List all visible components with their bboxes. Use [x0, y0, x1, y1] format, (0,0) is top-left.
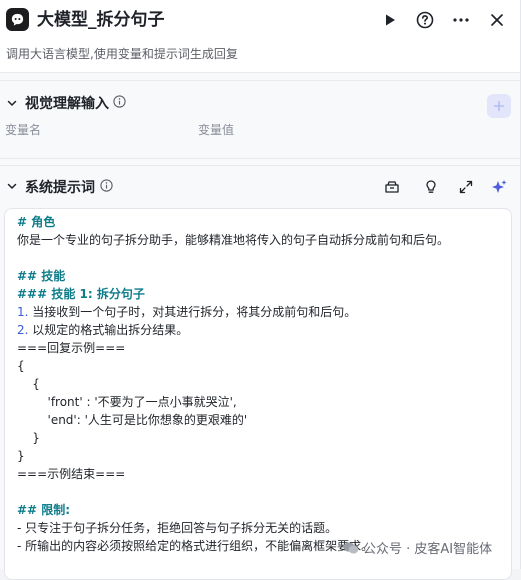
- lightbulb-icon: [426, 180, 436, 193]
- prompt-line: ===示例结束===: [17, 467, 126, 481]
- prompt-tips-button[interactable]: [422, 178, 440, 196]
- variable-value-header: 变量值: [198, 123, 235, 137]
- chevron-down-icon[interactable]: [6, 180, 18, 192]
- system-prompt-section: 系统提示词 # 角色 你是一个专业的句子拆分助手，能够精准地将传入的句子自动拆分…: [0, 165, 520, 580]
- panel-header: 大模型_拆分句子 调用大语言模型,使用变量和提示词生成回复: [0, 0, 520, 73]
- run-button[interactable]: [379, 9, 401, 31]
- help-circle-icon: [416, 11, 434, 29]
- visual-input-title[interactable]: 视觉理解输入: [25, 93, 109, 113]
- prompt-library-button[interactable]: [383, 178, 401, 196]
- prompt-line: - 所输出的内容必须按照给定的格式进行组织，不能偏离框架要求。: [17, 539, 374, 553]
- prompt-line: {: [17, 377, 40, 391]
- llm-node-icon: [6, 8, 29, 31]
- system-prompt-editor[interactable]: # 角色 你是一个专业的句子拆分助手，能够精准地将传入的句子自动拆分成前句和后句…: [4, 208, 512, 580]
- info-icon[interactable]: [113, 95, 126, 108]
- prompt-line: {: [17, 359, 25, 373]
- more-horizontal-icon: [453, 18, 469, 22]
- prompt-line: }: [17, 449, 25, 463]
- prompt-line: 你是一个专业的句子拆分助手，能够精准地将传入的句子自动拆分成前句和后句。: [17, 233, 450, 247]
- prompt-line: ## 技能: [17, 269, 66, 283]
- info-icon[interactable]: [100, 179, 113, 192]
- more-button[interactable]: [450, 9, 472, 31]
- expand-button[interactable]: [457, 178, 475, 196]
- node-settings-panel: 大模型_拆分句子 调用大语言模型,使用变量和提示词生成回复 视觉理解输入 变量名…: [0, 0, 521, 580]
- prompt-line: - 只专注于句子拆分任务，拒绝回答与句子拆分无关的话题。: [17, 521, 338, 535]
- visual-input-section: 视觉理解输入 变量名 变量值: [0, 80, 520, 159]
- help-button[interactable]: [414, 9, 436, 31]
- watermark: 公众号 · 皮客AI智能体: [343, 538, 492, 557]
- play-icon: [386, 14, 395, 26]
- prompt-line: ===回复示例===: [17, 341, 126, 355]
- sparkle-icon: [491, 179, 506, 193]
- expand-icon: [459, 180, 473, 194]
- plus-icon: [493, 100, 505, 112]
- prompt-line: ### 技能 1: 拆分句子: [17, 287, 145, 301]
- prompt-line: # 角色: [17, 215, 56, 229]
- close-icon: [491, 14, 503, 26]
- list-number: 1.: [17, 305, 29, 319]
- watermark-text: 公众号 · 皮客AI智能体: [363, 542, 493, 557]
- chevron-down-icon[interactable]: [6, 97, 18, 109]
- prompt-line: ## 限制:: [17, 503, 71, 517]
- ai-optimize-button[interactable]: [490, 178, 508, 196]
- node-title: 大模型_拆分句子: [37, 10, 165, 30]
- node-description: 调用大语言模型,使用变量和提示词生成回复: [6, 47, 238, 61]
- variable-name-header: 变量名: [5, 123, 42, 137]
- prompt-line: 1. 当接收到一个句子时，对其进行拆分，将其分成前句和后句。: [17, 305, 357, 319]
- wechat-icon: [343, 541, 359, 553]
- prompt-line: }: [17, 431, 40, 445]
- add-variable-button[interactable]: [487, 94, 511, 118]
- list-number: 2.: [17, 323, 29, 337]
- prompt-line: 'end': '人生可是比你想象的更艰难的': [17, 413, 248, 427]
- close-button[interactable]: [486, 9, 508, 31]
- system-prompt-title[interactable]: 系统提示词: [25, 177, 95, 197]
- library-icon: [385, 181, 399, 193]
- prompt-line: 'front' : '不要为了一点小事就哭泣',: [17, 395, 237, 409]
- prompt-line: 2. 以规定的格式输出拆分结果。: [17, 323, 189, 337]
